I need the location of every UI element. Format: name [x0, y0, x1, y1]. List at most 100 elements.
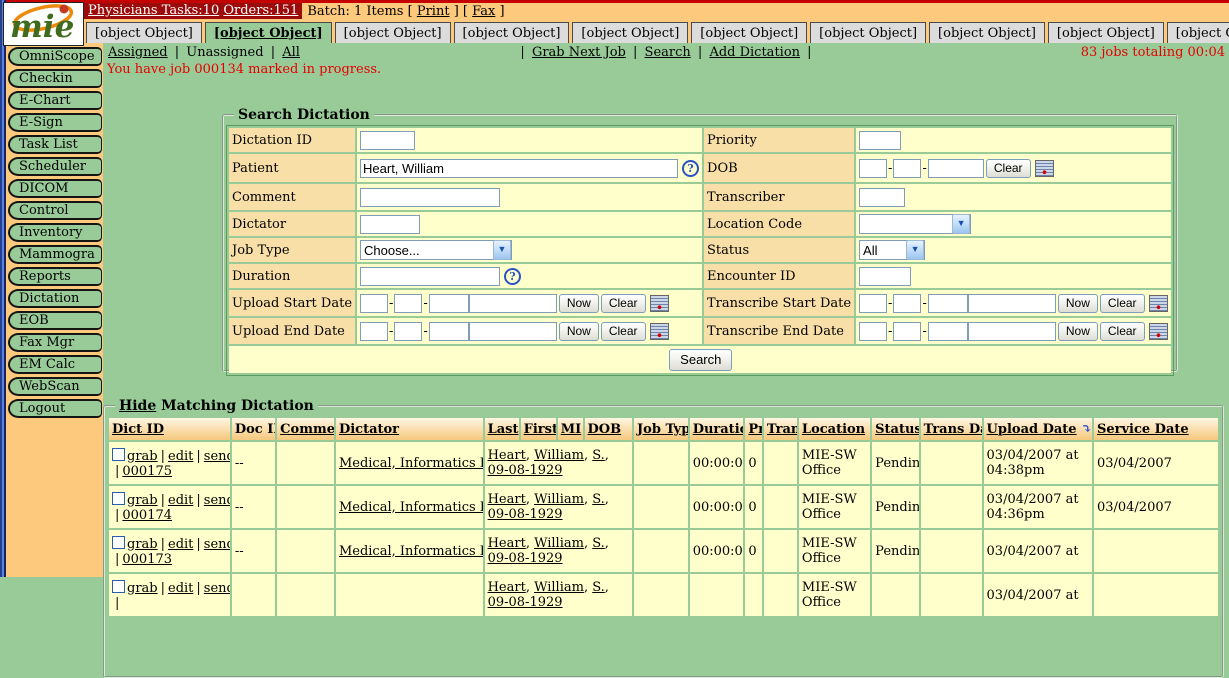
sort-descending-icon[interactable]: ⤵: [1081, 422, 1092, 437]
column-sort-link[interactable]: Doc ID: [235, 422, 275, 437]
upload-end-time-input[interactable]: [469, 322, 557, 341]
patient-dob-link[interactable]: 09-08-1929: [488, 551, 563, 566]
sidebar-item[interactable]: EM Calc: [8, 355, 102, 374]
patient-dob-link[interactable]: 09-08-1929: [488, 463, 563, 478]
sidebar-item[interactable]: E-Chart: [8, 91, 102, 110]
dict-id-link[interactable]: 000173: [122, 552, 172, 567]
patient-mi-link[interactable]: S.: [592, 492, 605, 507]
edit-link[interactable]: edit: [168, 449, 193, 464]
transcribe-start-year-input[interactable]: [928, 294, 968, 313]
tab[interactable]: [object Object]: [454, 22, 570, 43]
dob-clear-button[interactable]: Clear: [986, 159, 1031, 178]
dictator-link[interactable]: Medical, Informatics Eng.: [339, 544, 483, 559]
sidebar-item[interactable]: Checkin: [8, 69, 102, 88]
grab-next-job-link[interactable]: Grab Next Job: [532, 45, 626, 60]
send-link[interactable]: send: [204, 581, 230, 596]
patient-first-link[interactable]: William: [534, 580, 584, 595]
sidebar-item[interactable]: Inventory: [8, 223, 102, 242]
tab[interactable]: [object Object]: [929, 22, 1045, 43]
sidebar-item[interactable]: Task List: [8, 135, 102, 154]
dob-year-input[interactable]: [928, 159, 984, 178]
transcriber-input[interactable]: [859, 188, 905, 207]
patient-last-link[interactable]: Heart: [488, 448, 526, 463]
transcribe-end-now-button[interactable]: Now: [1058, 322, 1098, 341]
dict-id-link[interactable]: 000175: [122, 464, 172, 479]
patient-dob-link[interactable]: 09-08-1929: [488, 507, 563, 522]
transcribe-end-calendar-icon[interactable]: [1149, 323, 1168, 340]
column-sort-link[interactable]: Service Date: [1097, 422, 1189, 437]
transcribe-start-day-input[interactable]: [893, 294, 921, 313]
dob-calendar-icon[interactable]: [1035, 160, 1054, 177]
upload-start-year-input[interactable]: [429, 294, 469, 313]
status-select[interactable]: All▼: [859, 240, 925, 260]
tab[interactable]: [object Object]: [205, 22, 332, 43]
column-sort-link[interactable]: Pri: [748, 422, 762, 437]
dictation-id-input[interactable]: [360, 131, 415, 150]
row-checkbox[interactable]: [112, 448, 125, 461]
column-sort-link[interactable]: Dictator: [339, 422, 399, 437]
dictator-link[interactable]: Medical, Informatics Eng.: [339, 456, 483, 471]
dob-month-input[interactable]: [859, 159, 887, 178]
column-sort-link[interactable]: Trans Date: [924, 422, 982, 437]
priority-input[interactable]: [859, 131, 901, 150]
sidebar-item[interactable]: Logout: [8, 399, 102, 418]
patient-last-link[interactable]: Heart: [488, 580, 526, 595]
patient-dob-link[interactable]: 09-08-1929: [488, 595, 563, 610]
column-sort-link[interactable]: Status: [875, 422, 918, 437]
column-sort-link[interactable]: Last: [488, 422, 519, 437]
transcribe-end-day-input[interactable]: [893, 322, 921, 341]
transcribe-start-month-input[interactable]: [859, 294, 887, 313]
upload-end-now-button[interactable]: Now: [559, 322, 599, 341]
tab[interactable]: [object Object]: [335, 22, 451, 43]
search-link[interactable]: Search: [645, 45, 691, 60]
hide-link[interactable]: Hide: [119, 398, 156, 414]
physicians-tasks-link[interactable]: Physicians Tasks:10: [88, 3, 219, 18]
patient-help-icon[interactable]: ?: [682, 160, 699, 177]
transcribe-end-year-input[interactable]: [928, 322, 968, 341]
encounter-id-input[interactable]: [859, 267, 911, 286]
patient-mi-link[interactable]: S.: [592, 536, 605, 551]
dob-day-input[interactable]: [893, 159, 921, 178]
send-link[interactable]: send: [204, 537, 230, 552]
sidebar-item[interactable]: Fax Mgr: [8, 333, 102, 352]
edit-link[interactable]: edit: [168, 581, 193, 596]
column-sort-link[interactable]: Location: [802, 422, 865, 437]
fax-link[interactable]: Fax: [472, 4, 495, 19]
patient-last-link[interactable]: Heart: [488, 492, 526, 507]
column-sort-link[interactable]: Upload Date: [987, 422, 1077, 437]
tab[interactable]: [object Object]: [1048, 22, 1164, 43]
patient-first-link[interactable]: William: [534, 448, 584, 463]
duration-input[interactable]: [360, 267, 500, 286]
orders-link[interactable]: Orders:151: [223, 3, 298, 18]
row-checkbox[interactable]: [112, 536, 125, 549]
location-code-select[interactable]: ▼: [859, 214, 971, 234]
edit-link[interactable]: edit: [168, 537, 193, 552]
upload-start-now-button[interactable]: Now: [559, 294, 599, 313]
sidebar-item[interactable]: EOB: [8, 311, 102, 330]
transcribe-start-now-button[interactable]: Now: [1058, 294, 1098, 313]
sidebar-item[interactable]: OmniScope: [8, 47, 102, 66]
upload-end-day-input[interactable]: [394, 322, 422, 341]
row-checkbox[interactable]: [112, 492, 125, 505]
tab[interactable]: [object Object]: [691, 22, 807, 43]
column-sort-link[interactable]: Trans: [767, 422, 797, 437]
transcribe-start-calendar-icon[interactable]: [1149, 295, 1168, 312]
row-checkbox[interactable]: [112, 580, 125, 593]
send-link[interactable]: send: [204, 493, 230, 508]
dictator-link[interactable]: Medical, Informatics Eng.: [339, 500, 483, 515]
upload-end-month-input[interactable]: [360, 322, 388, 341]
duration-help-icon[interactable]: ?: [504, 268, 521, 285]
transcribe-end-time-input[interactable]: [968, 322, 1056, 341]
grab-link[interactable]: grab: [127, 493, 158, 508]
transcribe-start-time-input[interactable]: [968, 294, 1056, 313]
upload-end-year-input[interactable]: [429, 322, 469, 341]
upload-end-calendar-icon[interactable]: [650, 323, 669, 340]
patient-last-link[interactable]: Heart: [488, 536, 526, 551]
upload-start-month-input[interactable]: [360, 294, 388, 313]
transcribe-end-clear-button[interactable]: Clear: [1100, 322, 1145, 341]
upload-start-time-input[interactable]: [469, 294, 557, 313]
sidebar-item[interactable]: DICOM: [8, 179, 102, 198]
grab-link[interactable]: grab: [127, 449, 158, 464]
send-link[interactable]: send: [204, 449, 230, 464]
column-sort-link[interactable]: Dict ID: [112, 422, 164, 437]
